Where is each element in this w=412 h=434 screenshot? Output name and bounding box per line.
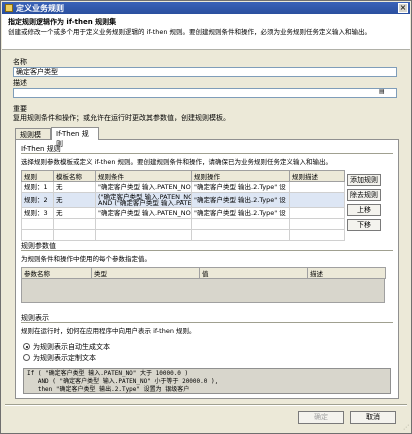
add-rule-button[interactable]: 添加规则	[347, 174, 381, 186]
col-condition: 规则条件	[95, 170, 192, 182]
move-down-button[interactable]: 下移	[347, 219, 381, 231]
display-line-1: If ( "确定客户类型 输入.PATEN_NO" 大于 10000.0 )	[27, 370, 189, 377]
move-up-button[interactable]: 上移	[347, 204, 381, 216]
cell-condition: "确定客户类型 输入.PATEN_NO" 大于 1000	[95, 181, 192, 193]
col-param-desc: 描述	[307, 267, 386, 279]
params-table-header: 参数名称 类型 值 描述	[21, 267, 386, 279]
cell-template: 无	[53, 207, 96, 219]
window-title: 定义业务规则	[16, 4, 64, 13]
params-divider	[21, 250, 393, 252]
cell-condition: ("确定客户类型 输入.PATEN_NO" AND ("确定客户类型 输入.PAT…	[95, 192, 192, 208]
title-bar: 定义业务规则 ×	[2, 2, 410, 14]
cell-desc	[289, 192, 345, 208]
resize-grip-icon[interactable]: ⋰	[403, 424, 409, 431]
col-template: 模板名称	[53, 170, 96, 182]
col-param-value: 值	[199, 267, 308, 279]
col-action: 规则操作	[191, 170, 290, 182]
table-row-empty	[21, 218, 345, 230]
params-section-description: 为规则条件和操作中使用的每个参数指定值。	[21, 255, 151, 263]
display-line-3: then "确定客户类型 输出.2.Type" 设置为 银级客户	[27, 386, 190, 393]
auto-text-label: 为规则表示自动生成文本	[33, 343, 110, 351]
rules-section-description: 选择规则参数模板或定义 if-then 规则。要创建规则条件和操作，请确保已为业…	[21, 158, 333, 166]
custom-text-radio[interactable]	[23, 354, 30, 361]
cancel-button[interactable]: 取消	[350, 411, 396, 424]
cell-condition: "确定客户类型 输入.PATEN_NO" 小	[95, 207, 192, 219]
field-scroll-icon[interactable]: ▤	[379, 88, 385, 95]
cell-rule: 规则：2	[21, 192, 54, 208]
cell-rule: 规则：3	[21, 207, 54, 219]
cell-condition-line2: AND ("确定客户类型 输入.PATE	[98, 199, 192, 207]
cell-desc	[289, 181, 345, 193]
description-field[interactable]	[13, 88, 397, 98]
rules-table: 规则 模板名称 规则条件 规则操作 规则描述 规则：1 无 "确定客户类型 输入…	[21, 170, 345, 241]
table-row[interactable]: 规则：3 无 "确定客户类型 输入.PATEN_NO" 小 "确定客户类型 输出…	[21, 207, 345, 219]
table-row[interactable]: 规则：1 无 "确定客户类型 输入.PATEN_NO" 大于 1000 "确定客…	[21, 181, 345, 193]
ok-button[interactable]: 确定	[298, 411, 344, 424]
header-description: 创建或修改一个或多个用于定义业务规则逻辑的 if-then 规则。要创建规则条件…	[8, 28, 372, 36]
params-table: 参数名称 类型 值 描述	[21, 267, 386, 279]
table-row[interactable]: 规则：2 无 ("确定客户类型 输入.PATEN_NO" AND ("确定客户类型…	[21, 192, 345, 208]
col-rule: 规则	[21, 170, 54, 182]
cell-template: 无	[53, 181, 96, 193]
cell-action: "确定客户类型 输出.2.Type" 设	[191, 181, 290, 193]
name-field[interactable]: 确定客户类型	[13, 67, 397, 77]
tab-if-then-rules[interactable]: If-Then 规则	[51, 127, 99, 148]
footer-divider	[5, 404, 407, 406]
cell-action: "确定客户类型 输出.2.Type" 设	[191, 207, 290, 219]
app-icon	[5, 4, 13, 12]
name-label: 名称	[13, 58, 27, 66]
cell-desc	[289, 207, 345, 219]
rule-display-text: If ( "确定客户类型 输入.PATEN_NO" 大于 10000.0 ) A…	[23, 368, 391, 394]
cell-template: 无	[53, 192, 96, 208]
display-line-2: AND ( "确定客户类型 输入.PATEN_NO" 小于等于 20000.0 …	[27, 378, 219, 385]
table-row-empty	[21, 229, 345, 241]
cell-action: "确定客户类型 输出.2.Type" 设	[191, 192, 290, 208]
cell-rule: 规则：1	[21, 181, 54, 193]
display-divider	[21, 322, 393, 324]
rules-divider	[21, 153, 393, 155]
col-param-type: 类型	[91, 267, 200, 279]
display-section-description: 规则在运行时，如何在应用程序中向用户表示 if-then 规则。	[21, 327, 196, 335]
col-param-name: 参数名称	[21, 267, 92, 279]
rules-table-header: 规则 模板名称 规则条件 规则操作 规则描述	[21, 170, 345, 182]
dialog-window: 定义业务规则 × 指定规则逻辑作为 if-then 规则集 创建或修改一个或多个…	[0, 0, 412, 434]
remove-rule-button[interactable]: 除去规则	[347, 189, 381, 201]
header-title: 指定规则逻辑作为 if-then 规则集	[8, 18, 117, 26]
description-label: 描述	[13, 79, 27, 87]
custom-text-label: 为规则表示定制文本	[33, 354, 96, 362]
col-desc: 规则描述	[289, 170, 345, 182]
dialog-header: 指定规则逻辑作为 if-then 规则集 创建或修改一个或多个用于定义业务规则逻…	[2, 14, 410, 50]
close-icon[interactable]: ×	[398, 3, 408, 13]
auto-text-radio[interactable]	[23, 343, 30, 350]
importance-text: 复用规则条件和操作；或允许在运行时更改其参数值，创建规则模板。	[13, 114, 230, 122]
